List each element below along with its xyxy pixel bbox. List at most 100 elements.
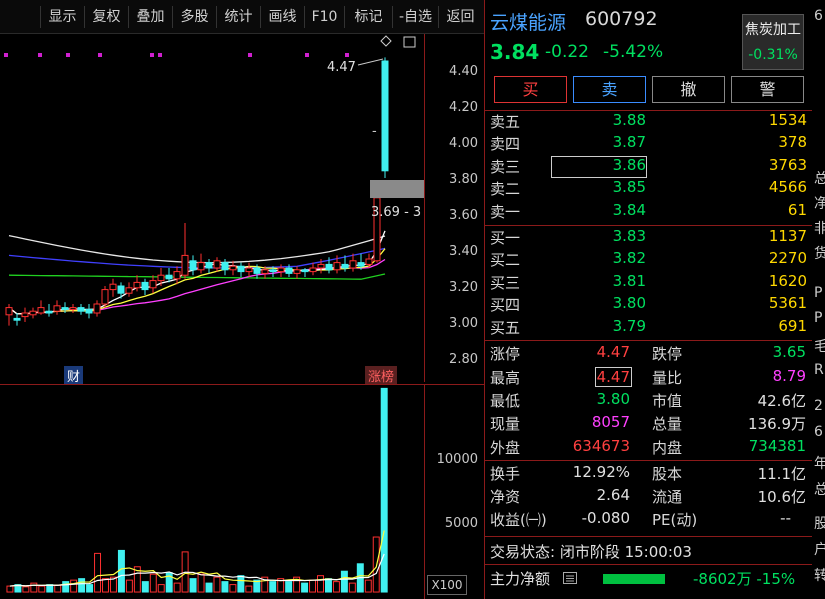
volume-bar	[324, 578, 332, 593]
volume-bar	[70, 579, 78, 593]
candle-body	[173, 271, 181, 280]
high-label: 最高	[490, 369, 521, 387]
list-icon[interactable]	[563, 572, 577, 584]
ask-qty: 4566	[768, 178, 807, 196]
bid-row[interactable]: 买五 3.79 691	[485, 317, 812, 339]
volume-bar	[78, 578, 86, 593]
bid-row[interactable]: 买一 3.83 1137	[485, 227, 812, 249]
toolbar-stats[interactable]: 统计	[216, 6, 260, 28]
price-change-pct: -5.42%	[603, 42, 664, 62]
bid-label: 买三	[490, 274, 521, 292]
limit-up-label: 涨停	[490, 345, 521, 363]
volume-bar	[285, 581, 293, 593]
total-volume-value: 136.9万	[748, 415, 806, 433]
chart-toolbar: 显示 复权 叠加 多股 统计 画线 F10 标记 -自选 返回	[0, 0, 484, 34]
candle-body	[5, 307, 13, 316]
ask-label: 卖三	[490, 158, 521, 176]
ask-row[interactable]: 卖二 3.85 4566	[485, 178, 812, 200]
volume-bar	[309, 579, 317, 593]
ask-price: 3.87	[612, 133, 646, 151]
stock-code: 600792	[585, 8, 658, 30]
candle-body	[293, 269, 301, 274]
vol-ratio-label: 量比	[652, 369, 683, 387]
volume-bar	[94, 552, 102, 593]
cursor-price-box	[370, 180, 424, 198]
candle-body	[21, 312, 29, 318]
buy-button[interactable]: 买	[494, 76, 567, 103]
candle-body	[213, 260, 221, 269]
finance-tag[interactable]: 财	[64, 366, 84, 385]
pe-label: PE(动)	[652, 511, 698, 529]
sector-box[interactable]: 焦炭加工 -0.31%	[742, 14, 804, 70]
side-panel-edge: 6 总 净 非 货 P P 毛 R 2 6 年 总 股 户 转	[814, 8, 825, 584]
candle-body	[45, 310, 53, 314]
bid-row[interactable]: 买三 3.81 1620	[485, 272, 812, 294]
price-chart[interactable]: 4.47 3.69 - 3 -	[0, 34, 424, 382]
signal-dot	[305, 53, 309, 57]
bid-label: 买二	[490, 251, 521, 269]
ask-row[interactable]: 卖一 3.84 61	[485, 201, 812, 223]
bid-price: 3.82	[612, 249, 646, 267]
bid-label: 买四	[490, 296, 521, 314]
outer-value: 634673	[572, 437, 630, 455]
toolbar-display[interactable]: 显示	[40, 6, 84, 28]
volume-bar	[149, 573, 157, 593]
bid-price: 3.81	[612, 272, 646, 290]
volume-bar	[54, 584, 62, 593]
volume-bar	[30, 582, 38, 593]
limit-up-value: 4.47	[596, 343, 630, 361]
diamond-icon	[380, 35, 392, 47]
float-value: 10.6亿	[757, 488, 806, 506]
candle-body	[117, 285, 125, 294]
volume-bar	[317, 575, 324, 593]
inner-value: 734381	[748, 437, 806, 455]
signal-dot	[248, 53, 252, 57]
shares-value: 11.1亿	[757, 465, 806, 483]
toolbar-mark[interactable]: 标记	[344, 6, 392, 28]
volume-bar	[221, 581, 229, 593]
toolbar-overlay[interactable]: 叠加	[128, 6, 172, 28]
total-volume-label: 总量	[652, 415, 683, 433]
sell-button[interactable]: 卖	[573, 76, 646, 103]
price-tick: 2.80	[449, 352, 478, 367]
limitup-list-tag[interactable]: 涨榜	[365, 366, 398, 385]
ask-qty: 61	[787, 201, 807, 219]
market-cap-label: 市值	[652, 392, 683, 410]
low-value: 3.80	[596, 390, 630, 408]
toolbar-adjust[interactable]: 复权	[84, 6, 128, 28]
alert-button[interactable]: 警	[731, 76, 804, 103]
ask-row[interactable]: 卖五 3.88 1534	[485, 111, 812, 133]
divider	[485, 340, 812, 341]
bid-qty: 691	[778, 317, 807, 335]
cursor-price-label: 3.69 - 3	[371, 205, 421, 220]
sector-name: 焦炭加工	[745, 22, 801, 38]
candle-body	[189, 260, 197, 271]
volume-bar	[348, 582, 356, 593]
volume-chart[interactable]	[0, 384, 424, 599]
divider	[485, 564, 812, 565]
cancel-order-button[interactable]: 撤	[652, 76, 725, 103]
candle-body	[301, 269, 309, 273]
toolbar-remove-watch[interactable]: -自选	[392, 6, 438, 28]
bid-row[interactable]: 买四 3.80 5361	[485, 294, 812, 316]
volume-bar	[102, 578, 109, 593]
volume-ma5-line	[9, 530, 385, 587]
price-tick: 3.20	[449, 280, 478, 295]
toolbar-back[interactable]: 返回	[438, 6, 482, 28]
bid-row[interactable]: 买二 3.82 2270	[485, 249, 812, 271]
candle-body	[253, 267, 261, 274]
volume-tick: 10000	[436, 452, 478, 467]
outer-label: 外盘	[490, 439, 521, 457]
signal-dot	[38, 53, 42, 57]
toolbar-draw[interactable]: 画线	[260, 6, 304, 28]
volume-bar	[205, 582, 213, 593]
volume-bar	[6, 585, 14, 593]
signal-dot	[4, 53, 8, 57]
ask-row[interactable]: 卖三 3.86 3763	[485, 156, 812, 178]
toolbar-f10[interactable]: F10	[304, 6, 344, 28]
ask-row[interactable]: 卖四 3.87 378	[485, 133, 812, 155]
candle-body	[101, 289, 109, 305]
main-flow-value: -8602万 -15%	[693, 570, 796, 588]
divider	[485, 225, 812, 226]
toolbar-multi[interactable]: 多股	[172, 6, 216, 28]
